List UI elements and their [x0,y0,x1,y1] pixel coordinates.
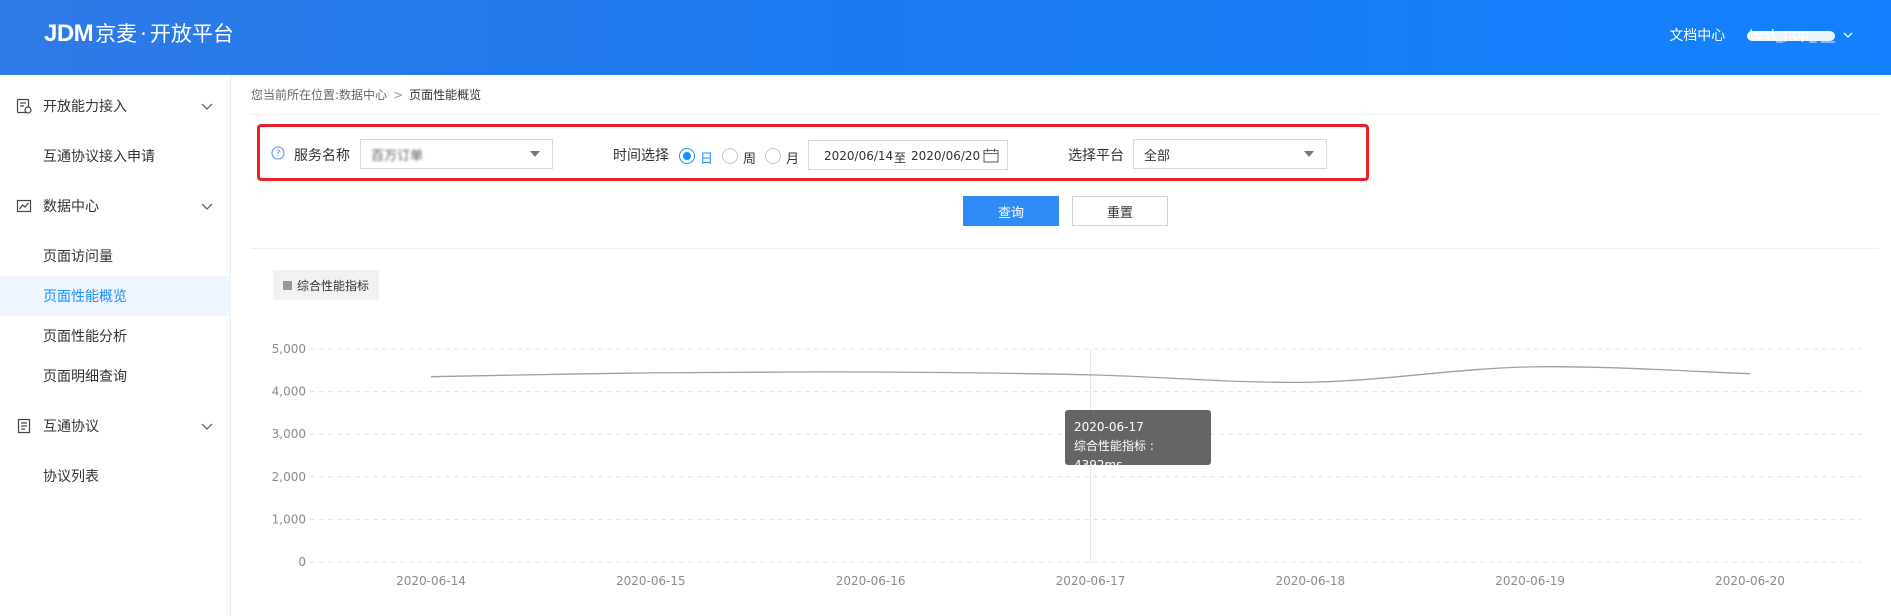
chevron-down-icon [201,203,213,210]
y-tick-label: 5,000 [272,342,306,356]
calendar-icon[interactable] [983,148,999,163]
tooltip-date: 2020-06-17 [1074,420,1144,434]
user-menu[interactable]: test_pop_ __ [1747,27,1853,43]
caret-down-icon [530,151,540,157]
divider [251,248,1879,249]
legend-swatch [283,280,292,290]
help-icon[interactable]: ? [271,146,285,160]
x-tick-label: 2020-06-15 [616,574,686,588]
user-name: test_pop_ __ [1747,27,1835,43]
date-end[interactable]: 2020/06/20 [911,149,980,163]
chevron-down-icon [201,423,213,430]
sidebar-group-protocol[interactable]: 互通协议 [0,406,231,446]
y-tick-label: 0 [298,555,306,569]
sidebar-group-data-center[interactable]: 数据中心 [0,186,231,226]
date-start[interactable]: 2020/06/14 [824,149,893,163]
divider [251,114,1879,115]
doc-center-link[interactable]: 文档中心 [1669,25,1725,45]
chevron-down-icon [1843,32,1853,38]
sidebar-group-label: 数据中心 [43,199,99,215]
logo[interactable]: JDM 京麦 · 开放平台 [44,18,234,48]
query-button[interactable]: 查询 [963,196,1059,226]
sidebar-group-label: 互通协议 [43,419,99,435]
radio-month-label[interactable]: 月 [786,148,799,167]
x-tick-label: 2020-06-14 [396,574,466,588]
sidebar-item-detail-query[interactable]: 页面明细查询 [0,356,231,396]
caret-down-icon [1304,151,1314,157]
sidebar-item-page-views[interactable]: 页面访问量 [0,236,231,276]
x-tick-label: 2020-06-18 [1275,574,1345,588]
platform-label: 选择平台 [1068,148,1124,164]
radio-week[interactable] [722,148,738,164]
legend-label: 综合性能指标 [297,278,370,293]
logo-platform: 开放平台 [149,22,234,46]
radio-day-label[interactable]: 日 [700,148,713,167]
document-icon [17,418,31,434]
x-tick-label: 2020-06-16 [836,574,906,588]
breadcrumb: 您当前所在位置:数据中心 > 页面性能概览 [251,86,481,103]
breadcrumb-separator: > [393,88,404,102]
service-name-label: 服务名称 [294,148,350,164]
logo-dot: · [140,22,147,46]
reset-button[interactable]: 重置 [1072,196,1168,226]
radio-month[interactable] [765,148,781,164]
date-range-picker[interactable]: 2020/06/14 至 2020/06/20 [808,140,1008,170]
date-to: 至 [894,151,907,165]
chart-legend[interactable]: 综合性能指标 [273,270,379,300]
svg-text:?: ? [276,149,281,159]
x-tick-label: 2020-06-17 [1056,574,1126,588]
chevron-down-icon [201,103,213,110]
integration-icon [16,98,32,114]
sidebar-group-open-capability[interactable]: 开放能力接入 [0,86,231,126]
performance-line-chart[interactable]: 5,000 4,000 3,000 2,000 1,000 0 2020-06-14 2020… [251,330,1891,616]
y-tick-label: 3,000 [272,427,306,441]
x-tick-label: 2020-06-20 [1715,574,1785,588]
radio-week-label[interactable]: 周 [743,148,756,167]
sidebar-item-protocol-apply[interactable]: 互通协议接入申请 [0,136,231,176]
y-tick-label: 4,000 [272,385,306,399]
sidebar-group-label: 开放能力接入 [43,99,127,115]
sidebar-item-performance-analysis[interactable]: 页面性能分析 [0,316,231,356]
sidebar: 开放能力接入 互通协议接入申请 数据中心 页面访问量 页面性能概览 页面性能分析… [0,75,231,616]
platform-value: 全部 [1144,148,1171,164]
user-name-redaction [1747,31,1835,41]
service-name-select[interactable]: 百万订单 [360,139,553,169]
sidebar-item-protocol-list[interactable]: 协议列表 [0,456,231,496]
breadcrumb-prefix: 您当前所在位置: [251,88,340,102]
y-tick-label: 1,000 [272,512,306,526]
chart-tooltip: 2020-06-17 综合性能指标 : 4392ms [1065,410,1211,472]
breadcrumb-level1[interactable]: 数据中心 [339,88,387,102]
breadcrumb-current: 页面性能概览 [409,88,482,102]
logo-brand: 京麦 [95,22,138,46]
chart-icon [16,199,32,213]
sidebar-item-performance-overview[interactable]: 页面性能概览 [0,276,231,316]
radio-day[interactable] [679,148,695,164]
y-tick-label: 2,000 [272,470,306,484]
top-header: JDM 京麦 · 开放平台 文档中心 test_pop_ __ [0,0,1891,75]
platform-select[interactable]: 全部 [1133,139,1327,169]
logo-jdm: JDM [44,20,94,47]
time-select-label: 时间选择 [613,148,669,164]
x-tick-label: 2020-06-19 [1495,574,1565,588]
header-right: 文档中心 test_pop_ __ [1669,25,1853,45]
service-name-value: 百万订单 [371,148,424,164]
tooltip-text: 综合性能指标 : 4392ms [1074,439,1154,472]
